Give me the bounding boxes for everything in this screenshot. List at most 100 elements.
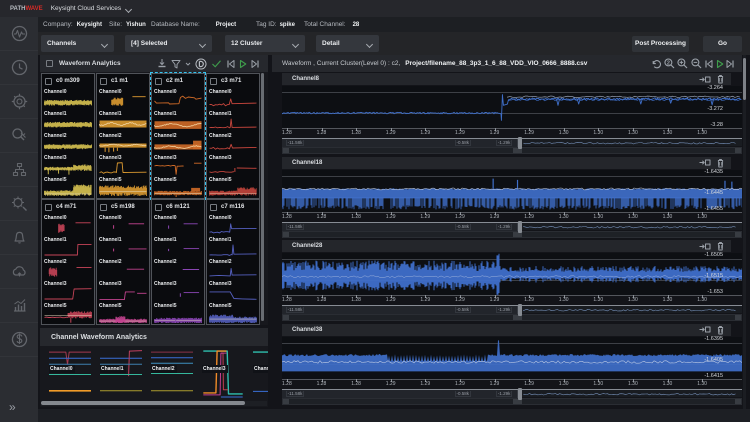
scrollbar-left-arrow[interactable] xyxy=(283,399,289,404)
scrollbar-right-arrow[interactable] xyxy=(735,148,741,153)
cluster-channel-thumb[interactable]: Channel5 xyxy=(97,302,149,324)
skip-start-icon[interactable] xyxy=(226,59,235,69)
cluster-channel-thumb[interactable]: Channel1 xyxy=(42,110,94,132)
cluster-channel-thumb[interactable]: Channel3 xyxy=(152,154,204,176)
trash-icon[interactable] xyxy=(716,325,725,335)
dropdown-channels[interactable]: Channels xyxy=(41,35,114,52)
waveform-plot[interactable]: -3.264-3.272-3.28 xyxy=(282,86,742,129)
sidebar-item-clock[interactable] xyxy=(0,51,38,85)
go-button[interactable]: Go xyxy=(703,36,742,52)
scrollbar-right-arrow[interactable] xyxy=(735,399,741,404)
cluster-column-c4[interactable]: c4 m71Channel0Channel1Channel2Channel3Ch… xyxy=(41,199,95,325)
trash-icon[interactable] xyxy=(716,241,725,251)
cluster-channel-thumb[interactable]: Channel5 xyxy=(152,176,204,198)
app-title[interactable]: Keysight Cloud Services xyxy=(51,5,121,12)
sidebar-item-hierarchy[interactable] xyxy=(0,153,38,187)
scrollbar-thumb[interactable] xyxy=(41,401,245,405)
hierarchy-icon[interactable] xyxy=(11,161,28,178)
cluster-channel-thumb[interactable]: Channel5 xyxy=(42,176,94,198)
bell-icon[interactable] xyxy=(11,229,28,246)
dropdown--4-selected[interactable]: [4] Selected xyxy=(125,35,212,52)
cluster-channel-thumb[interactable]: Channel0 xyxy=(42,214,94,236)
navigator-strip[interactable]: -11.58k-0.58k-1.29k xyxy=(282,389,742,397)
sidebar-expand-button[interactable]: » xyxy=(0,400,38,414)
navigator-handle[interactable] xyxy=(518,304,522,316)
cluster-channel-thumb[interactable]: Channel1 xyxy=(97,236,149,258)
main-scrollbar[interactable] xyxy=(743,55,746,409)
cluster-channel-thumb[interactable]: Channel0 xyxy=(97,88,149,110)
channel-thumb-1[interactable]: Channel1 xyxy=(100,348,142,399)
play-icon[interactable] xyxy=(716,59,724,69)
cluster-channel-thumb[interactable]: Channel1 xyxy=(152,110,204,132)
cluster-channel-thumb[interactable]: Channel3 xyxy=(207,280,259,302)
cluster-channel-thumb[interactable]: Channel2 xyxy=(42,132,94,154)
cluster-column-c3[interactable]: c3 m71Channel0Channel1Channel2Channel3Ch… xyxy=(206,73,260,199)
cluster-channel-thumb[interactable]: Channel2 xyxy=(42,258,94,280)
cluster-channel-thumb[interactable]: Channel0 xyxy=(207,214,259,236)
analytics-icon[interactable] xyxy=(11,297,28,314)
cluster-checkbox[interactable] xyxy=(155,78,162,85)
cluster-channel-thumb[interactable]: Channel3 xyxy=(97,154,149,176)
cluster-checkbox[interactable] xyxy=(45,78,52,85)
cluster-channel-thumb[interactable]: Channel5 xyxy=(152,302,204,324)
play-icon[interactable] xyxy=(239,59,247,69)
cluster-channel-thumb[interactable]: Channel2 xyxy=(207,132,259,154)
cluster-checkbox[interactable] xyxy=(210,78,217,85)
export-icon[interactable] xyxy=(699,75,711,84)
download-icon[interactable] xyxy=(157,58,167,69)
trash-icon[interactable] xyxy=(716,158,725,168)
wrench-search-icon[interactable] xyxy=(11,127,28,144)
navigator-strip[interactable]: -11.58k-0.58k-1.29k xyxy=(282,305,742,313)
scrollbar-left-arrow[interactable] xyxy=(283,232,289,237)
sidebar-item-waveform-monitor[interactable] xyxy=(0,17,38,51)
skip-end-icon[interactable] xyxy=(251,59,260,69)
cluster-channel-thumb[interactable]: Channel3 xyxy=(152,280,204,302)
waveform-plot[interactable]: -1.6395-1.6405-1.6415 xyxy=(282,337,742,380)
cluster-channel-thumb[interactable]: Channel3 xyxy=(42,280,94,302)
cluster-channel-thumb[interactable]: Channel1 xyxy=(207,236,259,258)
dropdown-detail[interactable]: Detail xyxy=(316,35,379,52)
channel-thumb-2[interactable]: Channel2 xyxy=(151,348,193,399)
channel-thumb-4[interactable]: Channel5 xyxy=(253,348,268,399)
cluster-channel-thumb[interactable]: Channel2 xyxy=(97,132,149,154)
cluster-channel-thumb[interactable]: Channel5 xyxy=(207,176,259,198)
gear-run-icon[interactable] xyxy=(11,93,28,110)
sidebar-item-gear-search[interactable] xyxy=(0,187,38,221)
waveform-plot[interactable]: -1.6505-1.6515-1.653 xyxy=(282,253,742,296)
cluster-channel-thumb[interactable]: Channel5 xyxy=(97,176,149,198)
sidebar-item-cloud-sync[interactable] xyxy=(0,255,38,289)
scrollbar-left-arrow[interactable] xyxy=(283,148,289,153)
cluster-column-c6[interactable]: c6 m121Channel0Channel1Channel2Channel3C… xyxy=(151,199,205,325)
circle-d-icon[interactable] xyxy=(195,58,207,70)
cluster-channel-thumb[interactable]: Channel0 xyxy=(97,214,149,236)
cluster-channel-thumb[interactable]: Channel5 xyxy=(207,302,259,324)
cluster-channel-thumb[interactable]: Channel2 xyxy=(207,258,259,280)
horizontal-scrollbar[interactable] xyxy=(282,147,742,154)
post-processing-button[interactable]: Post Processing xyxy=(632,36,689,52)
cluster-checkbox[interactable] xyxy=(45,204,52,211)
chevron-down-icon[interactable] xyxy=(126,6,132,12)
navigator-handle[interactable] xyxy=(518,137,522,149)
check-icon[interactable] xyxy=(211,58,222,69)
skip-start-icon[interactable] xyxy=(704,59,713,69)
export-icon[interactable] xyxy=(699,158,711,167)
dollar-icon[interactable] xyxy=(11,331,28,348)
cluster-checkbox[interactable] xyxy=(100,204,107,211)
cluster-channel-thumb[interactable]: Channel1 xyxy=(207,110,259,132)
cluster-channel-thumb[interactable]: Channel0 xyxy=(152,88,204,110)
scrollbar-thumb[interactable] xyxy=(743,58,746,100)
cluster-column-c1[interactable]: c1 m1Channel0Channel1Channel2Channel3Cha… xyxy=(96,73,150,199)
sidebar-item-bell[interactable] xyxy=(0,221,38,255)
horizontal-scrollbar[interactable] xyxy=(282,231,742,238)
horizontal-scrollbar[interactable] xyxy=(282,314,742,321)
sidebar-item-wrench-search[interactable] xyxy=(0,119,38,153)
cluster-channel-thumb[interactable]: Channel5 xyxy=(42,302,94,324)
zoom-out-icon[interactable] xyxy=(691,58,702,69)
filter-caret-icon[interactable] xyxy=(185,59,191,69)
cluster-column-c0[interactable]: c0 m309Channel0Channel1Channel2Channel3C… xyxy=(41,73,95,199)
export-icon[interactable] xyxy=(699,325,711,334)
cluster-channel-thumb[interactable]: Channel2 xyxy=(152,132,204,154)
gear-search-icon[interactable] xyxy=(11,195,28,212)
cluster-channel-thumb[interactable]: Channel0 xyxy=(42,88,94,110)
zoom-box-icon[interactable]: 2 xyxy=(664,58,675,69)
